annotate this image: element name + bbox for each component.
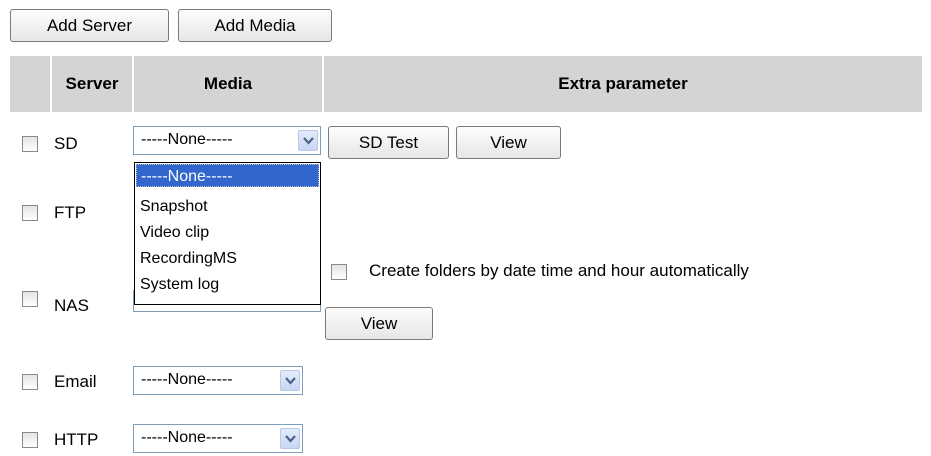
sd-view-button[interactable]: View	[456, 126, 561, 159]
dropdown-option[interactable]: Snapshot	[136, 195, 319, 218]
dropdown-option[interactable]: Video clip	[136, 221, 319, 244]
header-extra-parameter: Extra parameter	[558, 74, 688, 93]
header-blank	[10, 56, 52, 112]
email-label: Email	[54, 372, 97, 391]
chevron-down-icon[interactable]	[280, 428, 300, 449]
email-media-select[interactable]: -----None-----	[133, 366, 303, 395]
ftp-checkbox[interactable]	[22, 205, 38, 221]
ftp-label: FTP	[54, 203, 87, 222]
http-media-select[interactable]: -----None-----	[133, 424, 303, 453]
dropdown-option[interactable]: RecordingMS	[136, 247, 319, 270]
table-header: Server Media Extra parameter	[10, 56, 922, 112]
header-server: Server	[52, 56, 134, 112]
http-checkbox[interactable]	[22, 432, 38, 448]
nas-create-folders-checkbox[interactable]	[331, 264, 347, 280]
dropdown-option[interactable]: -----None-----	[136, 164, 319, 187]
sd-checkbox[interactable]	[22, 136, 38, 152]
add-server-button[interactable]: Add Server	[10, 9, 169, 42]
add-media-button[interactable]: Add Media	[178, 9, 332, 42]
chevron-down-icon[interactable]	[280, 370, 300, 391]
email-media-value: -----None-----	[141, 371, 233, 388]
sd-media-value: -----None-----	[141, 131, 233, 148]
email-checkbox[interactable]	[22, 374, 38, 390]
nas-create-folders-label: Create folders by date time and hour aut…	[369, 261, 749, 280]
header-media: Media	[134, 56, 324, 112]
dropdown-option[interactable]: System log	[136, 273, 319, 296]
nas-view-button[interactable]: View	[325, 307, 433, 340]
sd-label: SD	[54, 134, 78, 153]
media-dropdown-list[interactable]: -----None----- Snapshot Video clip Recor…	[134, 162, 321, 305]
http-media-value: -----None-----	[141, 429, 233, 446]
http-label: HTTP	[54, 430, 99, 449]
chevron-down-icon[interactable]	[298, 130, 318, 151]
sd-media-select[interactable]: -----None-----	[133, 126, 321, 155]
sd-test-button[interactable]: SD Test	[328, 126, 449, 159]
nas-checkbox[interactable]	[22, 291, 38, 307]
nas-label: NAS	[54, 296, 89, 315]
